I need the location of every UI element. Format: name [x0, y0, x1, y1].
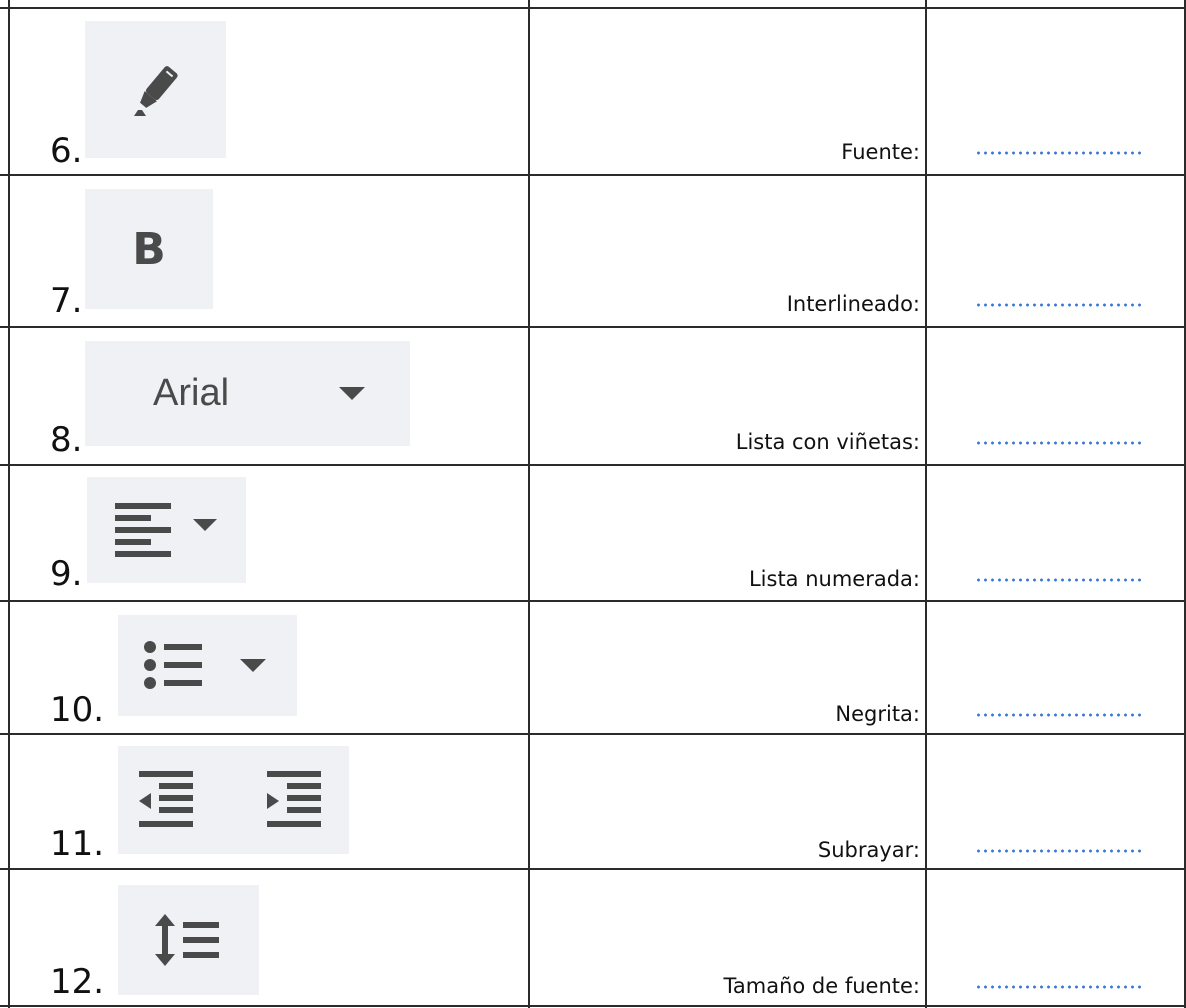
- item-number: 6.: [50, 131, 83, 171]
- item-number: 11.: [50, 824, 105, 864]
- font-family-dropdown: Arial: [85, 341, 410, 446]
- row-divider: [0, 464, 1186, 466]
- table-divider-2: [925, 0, 927, 1008]
- table-border-bottom: [0, 1005, 1186, 1007]
- item-number: 9.: [50, 554, 83, 594]
- row-divider: [0, 733, 1186, 735]
- bold-letter: B: [132, 223, 166, 275]
- increase-indent-icon: [266, 771, 321, 827]
- table-border-top: [0, 7, 1186, 9]
- option-label: Tamaño de fuente:: [723, 974, 920, 998]
- answer-blank[interactable]: [975, 578, 1145, 582]
- table-divider-1: [528, 0, 530, 1008]
- option-label: Lista numerada:: [748, 567, 920, 591]
- answer-blank[interactable]: [975, 849, 1145, 853]
- answer-blank[interactable]: [975, 303, 1145, 307]
- table-border-left: [8, 0, 10, 1008]
- font-name: Arial: [153, 372, 230, 414]
- line-spacing-icon: [118, 885, 259, 995]
- bulleted-list-dropdown-icon: [118, 615, 297, 716]
- highlighter-pen-icon: [85, 21, 226, 158]
- row-divider: [0, 600, 1186, 602]
- option-label: Lista con viñetas:: [735, 430, 920, 454]
- answer-blank[interactable]: [975, 985, 1145, 989]
- chevron-down-icon: [339, 386, 366, 400]
- option-label: Negrita:: [835, 702, 920, 726]
- row-divider: [0, 174, 1186, 176]
- item-number: 10.: [50, 690, 105, 730]
- item-number: 12.: [50, 962, 105, 1002]
- option-label: Interlineado:: [786, 292, 920, 316]
- row-divider: [0, 326, 1186, 328]
- bold-icon: B: [85, 189, 213, 309]
- answer-blank[interactable]: [975, 713, 1145, 717]
- item-number: 7.: [50, 281, 83, 321]
- row-divider: [0, 868, 1186, 870]
- answer-blank[interactable]: [975, 441, 1145, 445]
- item-number: 8.: [50, 420, 83, 460]
- decrease-indent-icon: [138, 771, 193, 827]
- option-label: Fuente:: [841, 140, 920, 164]
- align-left-dropdown-icon: [87, 477, 246, 583]
- indent-decrease-increase-icons: [118, 746, 349, 854]
- option-label: Subrayar:: [817, 838, 920, 862]
- answer-blank[interactable]: [975, 151, 1145, 155]
